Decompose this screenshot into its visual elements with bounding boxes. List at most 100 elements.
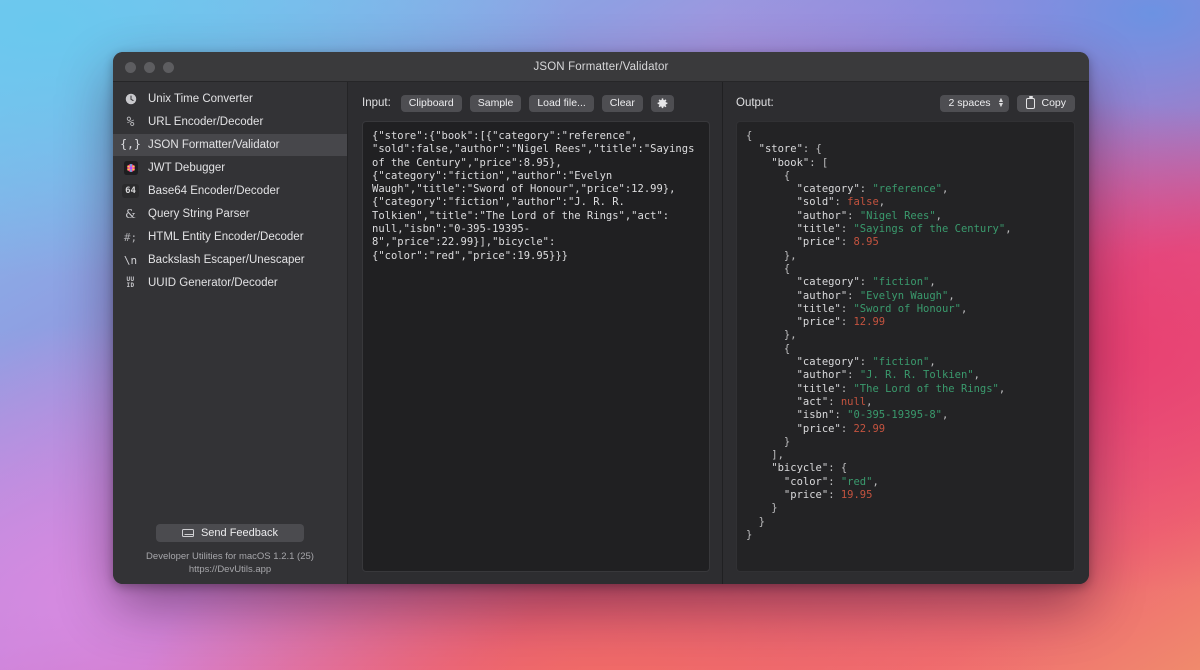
clipboard-button[interactable]: Clipboard [400,94,462,112]
token-punct: : [859,356,873,369]
sidebar-item-unix-time-converter[interactable]: Unix Time Converter [113,88,347,110]
sidebar-item-html-entity-encoder-decoder[interactable]: #; HTML Entity Encoder/Decoder [113,226,347,248]
token-num: 12.99 [853,316,886,329]
token-punct: , [866,395,873,408]
sidebar-item-label: Unix Time Converter [148,93,253,105]
token-key: "store" [746,143,803,156]
token-key: "category" [746,276,860,289]
app-website-link[interactable]: https://DevUtils.app [113,563,347,576]
token-punct: } [746,435,791,448]
output-label: Output: [736,97,774,109]
output-toolbar: Output: 2 spaces ▲ ▼ Copy [736,92,1075,114]
output-editor[interactable]: { "store": { "book": [ { "category": "re… [736,121,1075,572]
output-line: "sold": false, [746,196,1065,209]
sidebar-item-base64-encoder-decoder[interactable]: 64 Base64 Encoder/Decoder [113,180,347,202]
output-line: }, [746,329,1065,342]
sidebar-item-url-encoder-decoder[interactable]: % URL Encoder/Decoder [113,111,347,133]
base64-badge-icon: 64 [122,184,139,198]
desktop-background: JSON Formatter/Validator Unix Time Conve… [0,0,1200,670]
send-feedback-button[interactable]: Send Feedback [156,524,304,542]
output-line: "price": 22.99 [746,423,1065,436]
token-punct: ], [746,449,784,462]
output-line: { [746,130,1065,143]
token-punct: } [746,515,765,528]
output-line: "bicycle": { [746,462,1065,475]
token-key: "price" [746,316,841,329]
token-punct: : [840,316,854,329]
sidebar-item-json-formatter-validator[interactable]: {,} JSON Formatter/Validator [113,134,347,156]
output-line: ], [746,449,1065,462]
sidebar-item-query-string-parser[interactable]: & Query String Parser [113,203,347,225]
backslash-n-icon: \n [123,253,138,267]
output-line: "store": { [746,143,1065,156]
sidebar-item-jwt-debugger[interactable]: JWT Debugger [113,157,347,179]
token-punct: { [746,169,791,182]
token-punct: }, [746,329,797,342]
input-editor[interactable]: {"store":{"book":[{"category":"reference… [362,121,710,572]
copy-button-label: Copy [1041,97,1066,109]
token-key: "price" [746,236,841,249]
indent-select[interactable]: 2 spaces ▲ ▼ [939,94,1010,112]
sidebar-item-uuid-generator-decoder[interactable]: UU ID UUID Generator/Decoder [113,272,347,294]
token-punct: : [840,223,854,236]
token-key: "title" [746,382,841,395]
percent-icon: % [126,114,135,130]
app-window: JSON Formatter/Validator Unix Time Conve… [113,52,1089,584]
token-key: "sold" [746,196,835,209]
token-punct: , [960,302,968,315]
close-button[interactable] [125,62,136,73]
token-key: "color" [746,475,829,488]
input-label: Input: [362,97,391,109]
copy-button[interactable]: Copy [1017,94,1075,112]
output-line: "isbn": "0-395-19395-8", [746,409,1065,422]
token-punct: : [828,395,841,408]
output-line: "price": 19.95 [746,489,1065,502]
token-punct: : [828,489,841,502]
token-key: "act" [746,395,829,408]
content-panes: Input: Clipboard Sample Load file... Cle… [348,82,1089,584]
token-key: "price" [746,489,829,502]
load-file-button[interactable]: Load file... [529,94,594,112]
token-punct: : [859,276,873,289]
token-punct: , [948,289,955,302]
token-punct: : [840,422,854,435]
zoom-button[interactable] [163,62,174,73]
token-key: "title" [746,302,841,315]
settings-button[interactable] [650,94,674,112]
token-punct: }, [746,249,797,262]
token-punct: , [935,209,942,222]
token-punct: { [746,342,791,355]
token-punct: , [929,356,936,369]
output-line: } [746,502,1065,515]
window-controls[interactable] [125,62,174,73]
output-line: "color": "red", [746,476,1065,489]
output-pane: Output: 2 spaces ▲ ▼ Copy {"store": {"… [722,82,1089,584]
chevron-updown-icon: ▲ ▼ [997,97,1005,109]
token-str: "fiction" [872,276,930,289]
token-num: 19.95 [840,489,873,502]
sidebar-footer: Send Feedback Developer Utilities for ma… [113,524,347,584]
send-feedback-label: Send Feedback [200,527,279,539]
token-str: "reference" [872,183,942,196]
output-line: "book": [ [746,157,1065,170]
output-line: "title": "The Lord of the Rings", [746,383,1065,396]
token-punct: : [834,409,848,422]
hash-semicolon-icon: #; [123,230,138,244]
output-line: "category": "fiction", [746,276,1065,289]
app-version-text: Developer Utilities for macOS 1.2.1 (25) [146,551,314,562]
token-key: "category" [746,183,860,196]
sample-button[interactable]: Sample [469,94,522,112]
clear-button[interactable]: Clear [601,94,643,112]
jwt-badge-icon [122,160,139,177]
envelope-icon [181,529,194,537]
sidebar-item-label: Query String Parser [148,208,250,220]
token-punct: : [847,209,860,222]
minimize-button[interactable] [144,62,155,73]
sidebar-item-backslash-escaper-unescaper[interactable]: \n Backslash Escaper/Unescaper [113,249,347,271]
token-str: "red" [840,475,873,488]
token-punct: : [828,475,841,488]
token-str: "0-395-19395-8" [847,409,942,422]
token-punct: , [1005,223,1012,236]
sidebar: Unix Time Converter % URL Encoder/Decoder {… [113,82,348,584]
token-punct: : [840,382,854,395]
